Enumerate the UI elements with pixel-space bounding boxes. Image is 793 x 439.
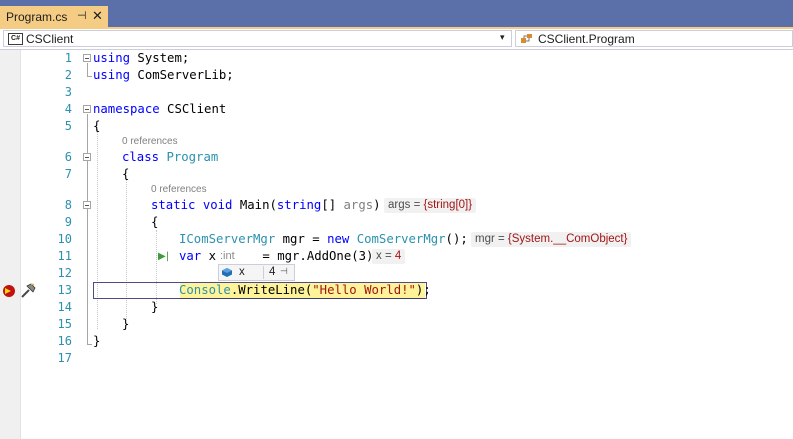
code-line-current: 13 Console.WriteLine("Hello World!"); [0, 282, 793, 299]
code-line: 1 using System; [0, 50, 793, 67]
exec-arrow-icon [3, 285, 15, 297]
pin-icon[interactable]: ⊣ [77, 9, 87, 22]
code-text[interactable]: class Program [122, 149, 218, 166]
code-line: 7 { [0, 166, 793, 183]
datatip-separator [263, 266, 264, 279]
project-dropdown[interactable]: C# CSClient ▾ [3, 30, 512, 47]
codelens-references[interactable]: 0 references [122, 135, 178, 149]
line-number: 8 [64, 198, 72, 212]
chevron-down-icon[interactable]: ▾ [500, 33, 505, 43]
code-line: 6 class Program [0, 149, 793, 166]
datatip-value[interactable]: 4 [269, 266, 275, 278]
codelens-references[interactable]: 0 references [151, 183, 207, 197]
line-number: 3 [64, 85, 72, 99]
code-text[interactable]: using ComServerLib; [93, 67, 234, 84]
line-number: 17 [57, 351, 72, 365]
code-text[interactable]: using System; [93, 50, 189, 67]
navigation-bar: C# CSClient ▾ CSClient.Program [0, 29, 793, 50]
line-number: 10 [57, 232, 72, 246]
code-text[interactable]: Console.WriteLine("Hello World!"); [179, 282, 431, 299]
line-number: 14 [57, 300, 72, 314]
code-editor[interactable]: 1 using System; 2 using ComServerLib; 3 … [0, 50, 793, 439]
line-number: 9 [64, 215, 72, 229]
line-number: 12 [57, 266, 72, 280]
code-text[interactable]: namespace CSClient [93, 101, 226, 118]
line-number: 6 [64, 150, 72, 164]
code-text[interactable]: } [122, 316, 129, 333]
datatip-name: x [239, 266, 245, 278]
line-number: 7 [64, 167, 72, 181]
code-text[interactable]: { [151, 214, 158, 231]
code-line: 8 static void Main(string[] args) args =… [0, 197, 793, 214]
code-line: 14 } [0, 299, 793, 316]
code-line: 3 [0, 84, 793, 101]
code-line: 11 ▶| var x :int = mgr.AddOne(3); x = 4 [0, 248, 793, 265]
document-tab-strip: Program.cs ⊣ ✕ [0, 0, 793, 27]
line-number: 11 [57, 249, 72, 263]
code-line: 17 [0, 350, 793, 367]
line-number: 13 [57, 283, 72, 297]
code-text[interactable]: IComServerMgr mgr = new ComServerMgr(); [179, 231, 468, 248]
code-text[interactable]: } [93, 333, 100, 350]
code-text[interactable]: static void Main(string[] args) [151, 197, 381, 214]
inline-value-mgr[interactable]: mgr = {System.__ComObject} [471, 232, 632, 247]
tab-program-cs[interactable]: Program.cs ⊣ ✕ [0, 6, 108, 27]
code-line: 12 [0, 265, 793, 282]
tab-title: Program.cs [6, 10, 68, 24]
pin-icon[interactable]: ⊣ [280, 267, 288, 277]
code-line: 15 } [0, 316, 793, 333]
code-line: 4 namespace CSClient [0, 101, 793, 118]
run-to-click-icon[interactable]: ▶| [158, 248, 169, 265]
close-icon[interactable]: ✕ [92, 8, 103, 24]
line-number: 5 [64, 119, 72, 133]
local-variable-icon [222, 268, 232, 277]
type-dropdown[interactable]: CSClient.Program [515, 30, 793, 47]
inline-type-hint: :int [220, 250, 235, 262]
line-number: 1 [64, 51, 72, 65]
line-number: 4 [64, 102, 72, 116]
code-line: 9 { [0, 214, 793, 231]
code-line: 10 IComServerMgr mgr = new ComServerMgr(… [0, 231, 793, 248]
code-text[interactable]: } [151, 299, 158, 316]
code-text[interactable]: = mgr.AddOne(3); [255, 248, 380, 265]
class-icon [521, 34, 532, 43]
code-text[interactable]: var x [179, 248, 216, 265]
code-text[interactable]: { [122, 166, 129, 183]
code-text[interactable]: { [93, 118, 100, 135]
project-name: CSClient [26, 32, 74, 46]
type-name: CSClient.Program [538, 32, 635, 46]
csharp-project-icon: C# [8, 33, 23, 45]
datatip[interactable]: x 4 ⊣ [218, 264, 295, 281]
code-line: 2 using ComServerLib; [0, 67, 793, 84]
line-number: 16 [57, 334, 72, 348]
code-line: 16 } [0, 333, 793, 350]
inline-value-x[interactable]: x = 4 [372, 249, 406, 264]
code-line: 5 { [0, 118, 793, 135]
line-number: 2 [64, 68, 72, 82]
inline-value-args[interactable]: args = {string[0]} [384, 198, 477, 213]
line-number: 15 [57, 317, 72, 331]
